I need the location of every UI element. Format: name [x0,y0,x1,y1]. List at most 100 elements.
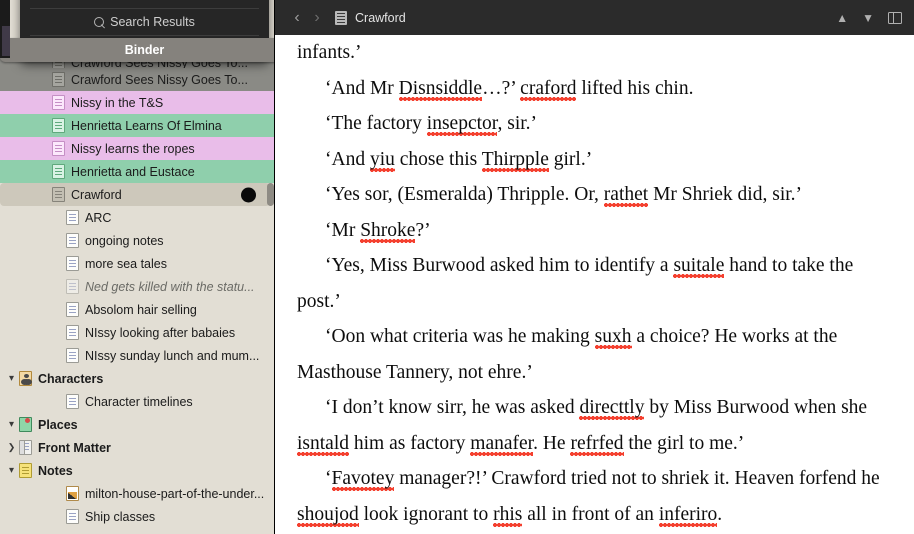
document-scroll-area[interactable]: infants.’ ‘And Mr Disnsiddle…?’ craford l… [275,35,914,534]
dropdown-item-binder[interactable]: Binder [0,38,274,62]
document-icon [66,256,79,271]
binder-item[interactable]: NIssy sunday lunch and mum... [0,344,274,367]
misspelled-word: yiu [369,148,395,172]
text-run: ?’ [415,219,431,241]
binder-item-label: Nissy in the T&S [71,95,164,110]
text-run: ‘Yes, Miss Burwood asked him to identify… [325,255,674,276]
misspelled-word: Thirpple [481,148,549,172]
binder-sidebar[interactable]: Crawford Sees Nissy Goes To... Crawford S… [0,0,275,534]
binder-item-label: Nissy learns the ropes [71,141,195,156]
document-icon [335,10,347,25]
binder-item[interactable]: Ship classes [0,505,274,528]
document-paragraph[interactable]: ‘The factory insepctor, sir.’ [297,106,896,142]
binder-item-label: Places [38,417,78,432]
binder-item[interactable]: Ned gets killed with the statu... [0,275,274,298]
binder-item-label: Henrietta Learns Of Elmina [71,118,222,133]
front-matter-folder-icon [19,440,32,455]
binder-item-label: ongoing notes [85,233,164,248]
binder-scrollbar-thumb[interactable] [267,183,274,206]
document-icon [66,302,79,317]
document-icon [52,141,65,156]
window-left-edge [0,0,10,58]
binder-item[interactable]: Crawford [0,183,274,206]
binder-item[interactable]: NIssy looking after babaies [0,321,274,344]
binder-item-label: more sea tales [85,256,167,271]
document-paragraph[interactable]: ‘Oon what criteria was he making suxh a … [297,319,896,390]
document-paragraph[interactable]: ‘Yes, Miss Burwood asked him to identify… [297,248,896,319]
binder-item[interactable]: ongoing notes [0,229,274,252]
binder-view-dropdown[interactable]: Crawford Search Results Binder [0,0,274,62]
binder-item[interactable]: ❯ Front Matter [0,436,274,459]
binder-item[interactable]: more sea tales [0,252,274,275]
binder-item[interactable]: Nissy in the T&S [0,91,274,114]
misspelled-word: rhis [493,503,523,527]
binder-item-label: Notes [38,463,73,478]
document-icon [66,279,79,294]
binder-item-label: Crawford Sees Nissy Goes To... [71,72,248,87]
document-paragraph[interactable]: ‘And Mr Disnsiddle…?’ craford lifted his… [297,71,896,107]
document-paragraph[interactable]: ‘Mr Shroke?’ [297,213,896,249]
binder-item[interactable]: Henrietta and Eustace [0,160,274,183]
document-paragraph[interactable]: ‘Yes sor, (Esmeralda) Thripple. Or, rath… [297,177,896,213]
binder-item-label: milton-house-part-of-the-under... [85,486,265,501]
dropdown-item-crawford[interactable]: Crawford [20,0,269,6]
chevron-down-icon[interactable]: ▾ [6,373,17,384]
dropdown-item-search-results[interactable]: Search Results [20,11,269,33]
text-run: infants.’ [297,42,362,63]
binder-item-label: Characters [38,371,104,386]
binder-item[interactable]: ARC [0,206,274,229]
document-icon [66,348,79,363]
chevron-right-icon[interactable]: › [307,9,327,26]
document-paragraph[interactable]: ‘Favotey manager?!’ Crawford tried not t… [297,461,896,532]
text-run: ‘I don’t know sirr, he was asked [325,397,580,418]
misspelled-word: Favotey [331,468,395,491]
scrivener-window: Crawford Sees Nissy Goes To... Crawford S… [0,0,914,534]
text-run: him as factory [349,432,471,454]
misspelled-word: insepctor [426,113,498,136]
binder-item[interactable]: Henrietta Learns Of Elmina [0,114,274,137]
document-paragraph[interactable]: ‘And yiu chose this Thirpple girl.’ [297,142,896,178]
binder-item[interactable]: ▾ Characters [0,367,274,390]
chevron-right-icon[interactable]: ❯ [6,443,17,452]
document-icon [66,509,79,524]
status-badge [241,187,256,202]
binder-item-label: NIssy sunday lunch and mum... [85,348,260,363]
places-folder-icon [19,417,32,432]
text-run: look ignorant to [358,503,494,525]
binder-item[interactable]: milton-house-part-of-the-under... [0,482,274,505]
chevron-up-icon[interactable]: ▲ [836,12,848,24]
document-icon [52,95,65,110]
misspelled-word: manafer [470,432,534,456]
binder-item-label: Ship classes [85,509,156,524]
text-run: …?’ [482,77,521,99]
chevron-left-icon[interactable]: ‹ [287,9,307,26]
chevron-down-icon[interactable]: ▾ [6,419,17,430]
binder-item[interactable]: Character timelines [0,390,274,413]
misspelled-word: isntald [297,432,349,456]
binder-item-label: ARC [85,210,112,225]
dropdown-binder-label: Binder [124,43,165,57]
text-run: ‘The factory [325,113,427,134]
chevron-down-icon[interactable]: ▼ [862,12,874,24]
document-text[interactable]: infants.’ ‘And Mr Disnsiddle…?’ craford l… [297,35,896,532]
document-icon [52,118,65,133]
binder-list[interactable]: Crawford Sees Nissy Goes To... Crawford S… [0,0,274,534]
binder-item[interactable]: ▾ Notes [0,459,274,482]
binder-item[interactable]: Absolom hair selling [0,298,274,321]
binder-item[interactable]: Crawford Sees Nissy Goes To... [0,68,274,91]
text-run: , sir.’ [497,113,538,134]
text-run: by Miss Burwood when she [644,397,868,418]
chevron-down-icon[interactable]: ▾ [6,465,17,476]
text-run: ‘And [325,148,370,170]
misspelled-word: inferiro [658,503,718,527]
document-paragraph[interactable]: infants.’ [297,35,896,71]
dropdown-separator-2 [30,35,259,36]
binder-item-label: Character timelines [85,394,193,409]
binder-item[interactable]: Nissy learns the ropes [0,137,274,160]
split-view-icon[interactable] [888,11,902,24]
binder-item-label: Absolom hair selling [85,302,197,317]
document-paragraph[interactable]: ‘I don’t know sirr, he was asked directt… [297,390,896,461]
text-run: girl.’ [548,148,593,170]
binder-item[interactable]: ▾ Places [0,413,274,436]
image-icon [66,486,79,501]
